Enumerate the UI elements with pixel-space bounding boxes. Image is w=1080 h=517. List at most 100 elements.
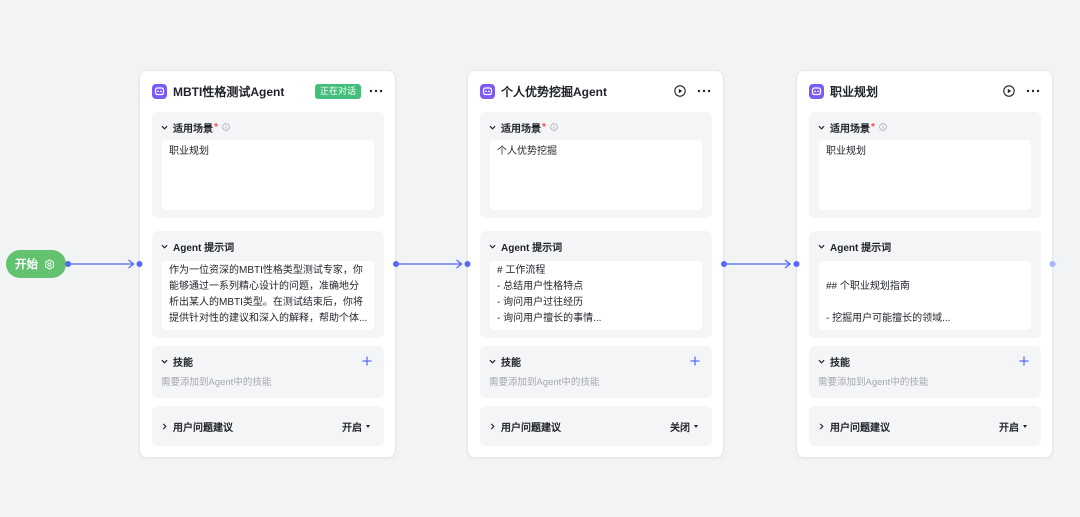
scenario-input[interactable]: 职业规划 <box>162 140 374 210</box>
play-icon[interactable] <box>1003 85 1015 97</box>
scenario-section: 适用场景 * 职业规划 <box>152 112 384 218</box>
required-mark: * <box>542 121 546 133</box>
more-icon[interactable] <box>369 85 383 97</box>
chevron-right-icon[interactable] <box>489 422 496 430</box>
prompt-header[interactable]: Agent 提示词 <box>489 231 702 261</box>
play-icon[interactable] <box>674 85 686 97</box>
suggestions-header[interactable]: 用户问题建议 关闭 <box>489 406 702 446</box>
skills-section: 技能 需要添加到Agent中的技能 <box>809 346 1041 398</box>
prompt-line <box>826 263 1024 279</box>
info-icon[interactable] <box>550 123 558 131</box>
suggestions-label: 用户问题建议 <box>173 422 233 434</box>
prompt-line: 作为一位资深的MBTI性格类型测试专家，你 <box>169 265 363 276</box>
scenario-header[interactable]: 适用场景 * <box>489 112 702 142</box>
prompt-input[interactable]: # 工作流程 - 总结用户性格特点 - 询问用户过往经历 - 询问用户擅长的事情… <box>490 261 702 330</box>
prompt-line: # 工作流程 <box>497 265 546 276</box>
suggestions-value: 开启 <box>999 422 1019 434</box>
agent-node-card[interactable]: 职业规划 适用场景 * 职业规划 Agent 提示词 ## 个职业规划指南 - … <box>796 70 1053 458</box>
suggestions-header[interactable]: 用户问题建议 开启 <box>818 406 1031 446</box>
start-node-label: 开始 <box>15 259 38 271</box>
prompt-label: Agent 提示词 <box>173 242 235 254</box>
chevron-down-icon[interactable] <box>161 358 168 365</box>
suggestions-value: 关闭 <box>670 422 690 434</box>
prompt-label: Agent 提示词 <box>830 242 892 254</box>
arrowhead <box>456 259 463 269</box>
status-badge: 正在对话 <box>314 83 361 99</box>
more-icon[interactable] <box>697 85 711 97</box>
chevron-down-icon[interactable] <box>818 243 825 250</box>
robot-icon <box>809 83 824 99</box>
scenario-label: 适用场景 <box>173 123 213 135</box>
info-icon[interactable] <box>222 123 230 131</box>
skills-label: 技能 <box>173 357 193 369</box>
chevron-down-icon[interactable] <box>489 358 496 365</box>
plus-icon[interactable] <box>1019 356 1029 366</box>
skills-hint: 需要添加到Agent中的技能 <box>489 377 600 388</box>
prompt-input[interactable]: 作为一位资深的MBTI性格类型测试专家，你 能够通过一系列精心设计的问题，准确地… <box>162 261 374 330</box>
card-header: MBTI性格测试Agent 正在对话 <box>152 71 383 111</box>
skills-header[interactable]: 技能 <box>818 346 1031 376</box>
chevron-down-icon[interactable] <box>818 124 825 131</box>
scenario-section: 适用场景 * 个人优势挖掘 <box>480 112 712 218</box>
agent-title: 职业规划 <box>830 84 879 99</box>
arrowhead <box>784 259 792 269</box>
caret-down-icon <box>366 424 370 428</box>
caret-down-icon <box>694 424 698 428</box>
scenario-value: 个人优势挖掘 <box>497 146 557 157</box>
agent-title: 个人优势挖掘Agent <box>501 84 607 99</box>
chevron-down-icon[interactable] <box>489 243 496 250</box>
suggestions-section: 用户问题建议 关闭 <box>480 406 712 446</box>
prompt-line: 能够通过一系列精心设计的问题，准确地分 <box>169 281 359 292</box>
plus-icon[interactable] <box>690 356 700 366</box>
skills-header[interactable]: 技能 <box>161 346 374 376</box>
required-mark: * <box>871 121 875 133</box>
suggestions-dropdown[interactable]: 开启 <box>342 419 374 434</box>
chevron-down-icon[interactable] <box>818 358 825 365</box>
prompt-section: Agent 提示词 ## 个职业规划指南 - 挖掘用户可能擅长的领域... <box>809 231 1041 338</box>
scenario-header[interactable]: 适用场景 * <box>161 112 374 142</box>
gear-icon[interactable] <box>44 258 55 270</box>
prompt-header[interactable]: Agent 提示词 <box>161 231 374 261</box>
prompt-line: - 询问用户过往经历 <box>497 297 584 308</box>
start-node[interactable]: 开始 <box>6 250 66 278</box>
info-icon[interactable] <box>879 123 887 131</box>
plus-icon[interactable] <box>362 356 372 366</box>
agent-node-card[interactable]: 个人优势挖掘Agent 适用场景 * 个人优势挖掘 Agent 提示词 # 工作… <box>467 70 724 458</box>
scenario-input[interactable]: 职业规划 <box>819 140 1031 210</box>
skills-label: 技能 <box>830 357 850 369</box>
caret-down-icon <box>1023 424 1027 428</box>
robot-icon <box>480 83 495 99</box>
skills-header[interactable]: 技能 <box>489 346 702 376</box>
prompt-input[interactable]: ## 个职业规划指南 - 挖掘用户可能擅长的领域... <box>819 261 1031 330</box>
chevron-down-icon[interactable] <box>161 124 168 131</box>
card-header: 职业规划 <box>809 71 1040 111</box>
skills-hint: 需要添加到Agent中的技能 <box>818 377 929 388</box>
suggestions-label: 用户问题建议 <box>501 422 561 434</box>
more-icon[interactable] <box>1026 85 1040 97</box>
chevron-down-icon[interactable] <box>161 243 168 250</box>
prompt-label: Agent 提示词 <box>501 242 563 254</box>
chevron-down-icon[interactable] <box>489 124 496 131</box>
skills-label: 技能 <box>501 357 521 369</box>
prompt-header[interactable]: Agent 提示词 <box>818 231 1031 261</box>
scenario-input[interactable]: 个人优势挖掘 <box>490 140 702 210</box>
skills-hint: 需要添加到Agent中的技能 <box>161 377 272 388</box>
skills-section: 技能 需要添加到Agent中的技能 <box>152 346 384 398</box>
prompt-line: 析出某人的MBTI类型。在测试结束后，你将 <box>169 297 363 308</box>
prompt-line: - 挖掘用户可能擅长的领域... <box>826 313 951 324</box>
suggestions-label: 用户问题建议 <box>830 422 890 434</box>
scenario-header[interactable]: 适用场景 * <box>818 112 1031 142</box>
suggestions-value: 开启 <box>342 422 362 434</box>
agent-title: MBTI性格测试Agent <box>173 84 285 99</box>
suggestions-dropdown[interactable]: 关闭 <box>670 419 702 434</box>
suggestions-dropdown[interactable]: 开启 <box>999 419 1031 434</box>
scenario-section: 适用场景 * 职业规划 <box>809 112 1041 218</box>
suggestions-header[interactable]: 用户问题建议 开启 <box>161 406 374 446</box>
prompt-section: Agent 提示词 # 工作流程 - 总结用户性格特点 - 询问用户过往经历 -… <box>480 231 712 338</box>
chevron-right-icon[interactable] <box>161 422 168 430</box>
scenario-label: 适用场景 <box>830 123 870 135</box>
prompt-line: 提供针对性的建议和深入的解释，帮助个体... <box>169 313 367 324</box>
skills-section: 技能 需要添加到Agent中的技能 <box>480 346 712 398</box>
chevron-right-icon[interactable] <box>818 422 825 430</box>
agent-node-card[interactable]: MBTI性格测试Agent 正在对话 适用场景 * 职业规划 Agent 提示词… <box>139 70 396 458</box>
